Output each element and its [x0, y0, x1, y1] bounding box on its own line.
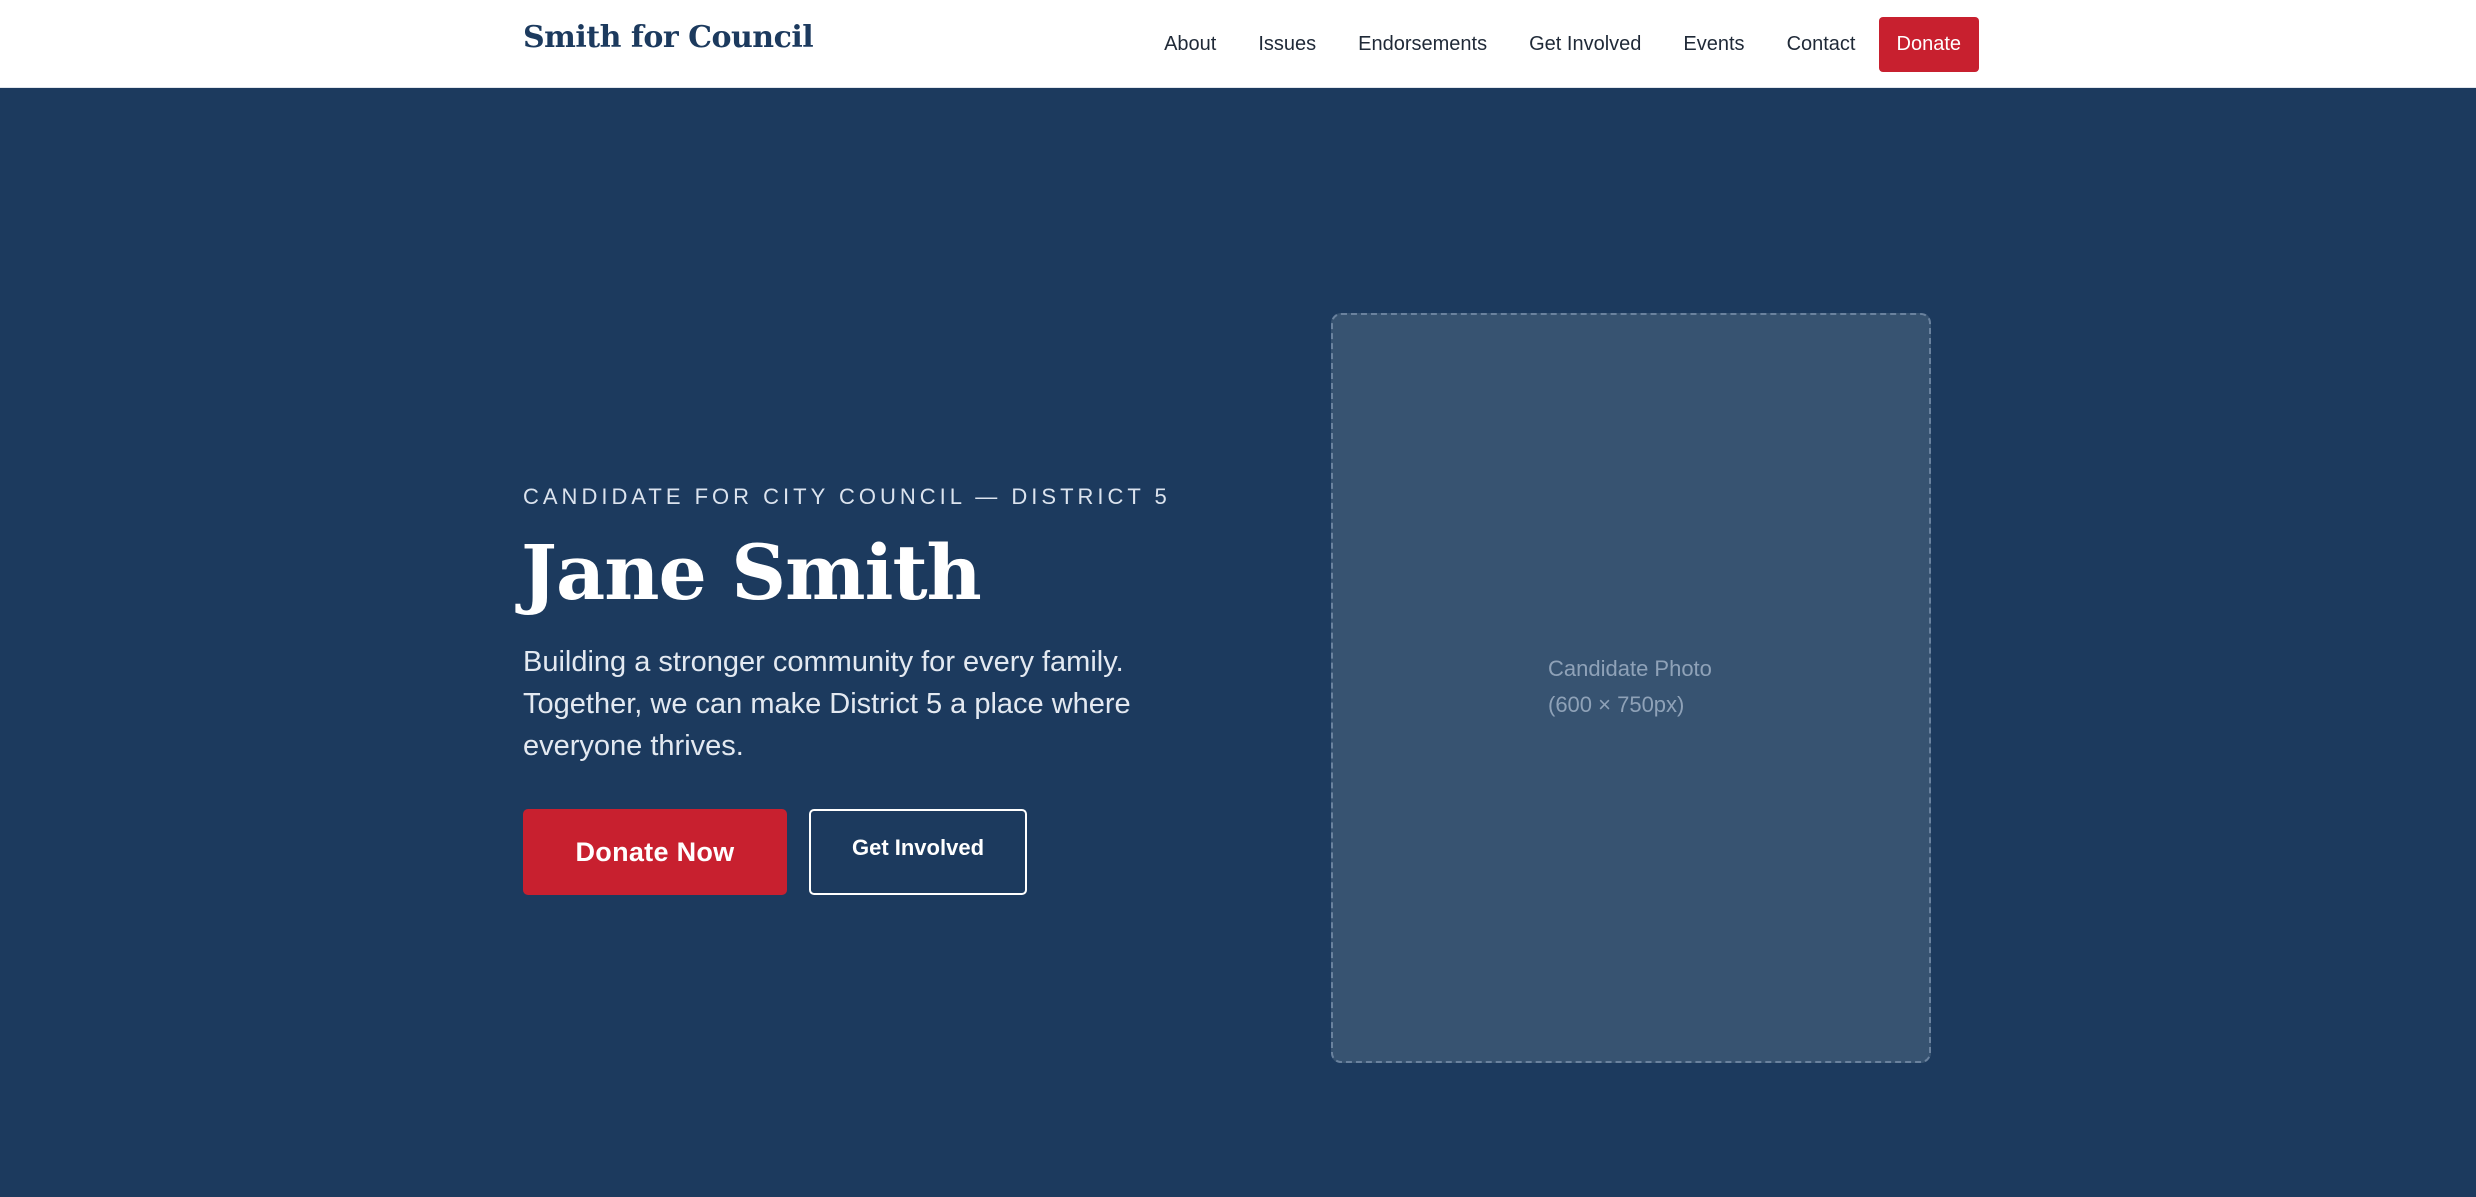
nav-link-endorsements[interactable]: Endorsements	[1358, 33, 1487, 56]
nav-link-about[interactable]: About	[1164, 33, 1216, 56]
main-nav: About Issues Endorsements Get Involved E…	[1164, 0, 1979, 88]
hero-section: Candidate for City Council — District 5 …	[0, 88, 2476, 1197]
get-involved-button[interactable]: Get Involved	[809, 809, 1027, 895]
nav-link-issues[interactable]: Issues	[1258, 33, 1316, 56]
candidate-photo-placeholder: Candidate Photo (600 × 750px)	[1331, 313, 1931, 1063]
site-header: Smith for Council About Issues Endorseme…	[0, 0, 2476, 88]
donate-now-button[interactable]: Donate Now	[523, 809, 787, 895]
hero-tagline: Building a stronger community for every …	[523, 646, 1131, 762]
nav-link-get-involved[interactable]: Get Involved	[1529, 33, 1641, 56]
nav-link-contact[interactable]: Contact	[1787, 33, 1856, 56]
hero-eyebrow: Candidate for City Council — District 5	[523, 484, 1171, 509]
site-brand[interactable]: Smith for Council	[523, 20, 814, 55]
nav-donate-button[interactable]: Donate	[1878, 16, 1979, 72]
photo-caption-title: Candidate Photo	[1548, 656, 1712, 681]
photo-caption-size: (600 × 750px)	[1548, 692, 1685, 717]
nav-link-events[interactable]: Events	[1683, 33, 1744, 56]
candidate-name: Jane Smith	[521, 528, 982, 617]
photo-caption: Candidate Photo (600 × 750px)	[1548, 651, 1712, 723]
